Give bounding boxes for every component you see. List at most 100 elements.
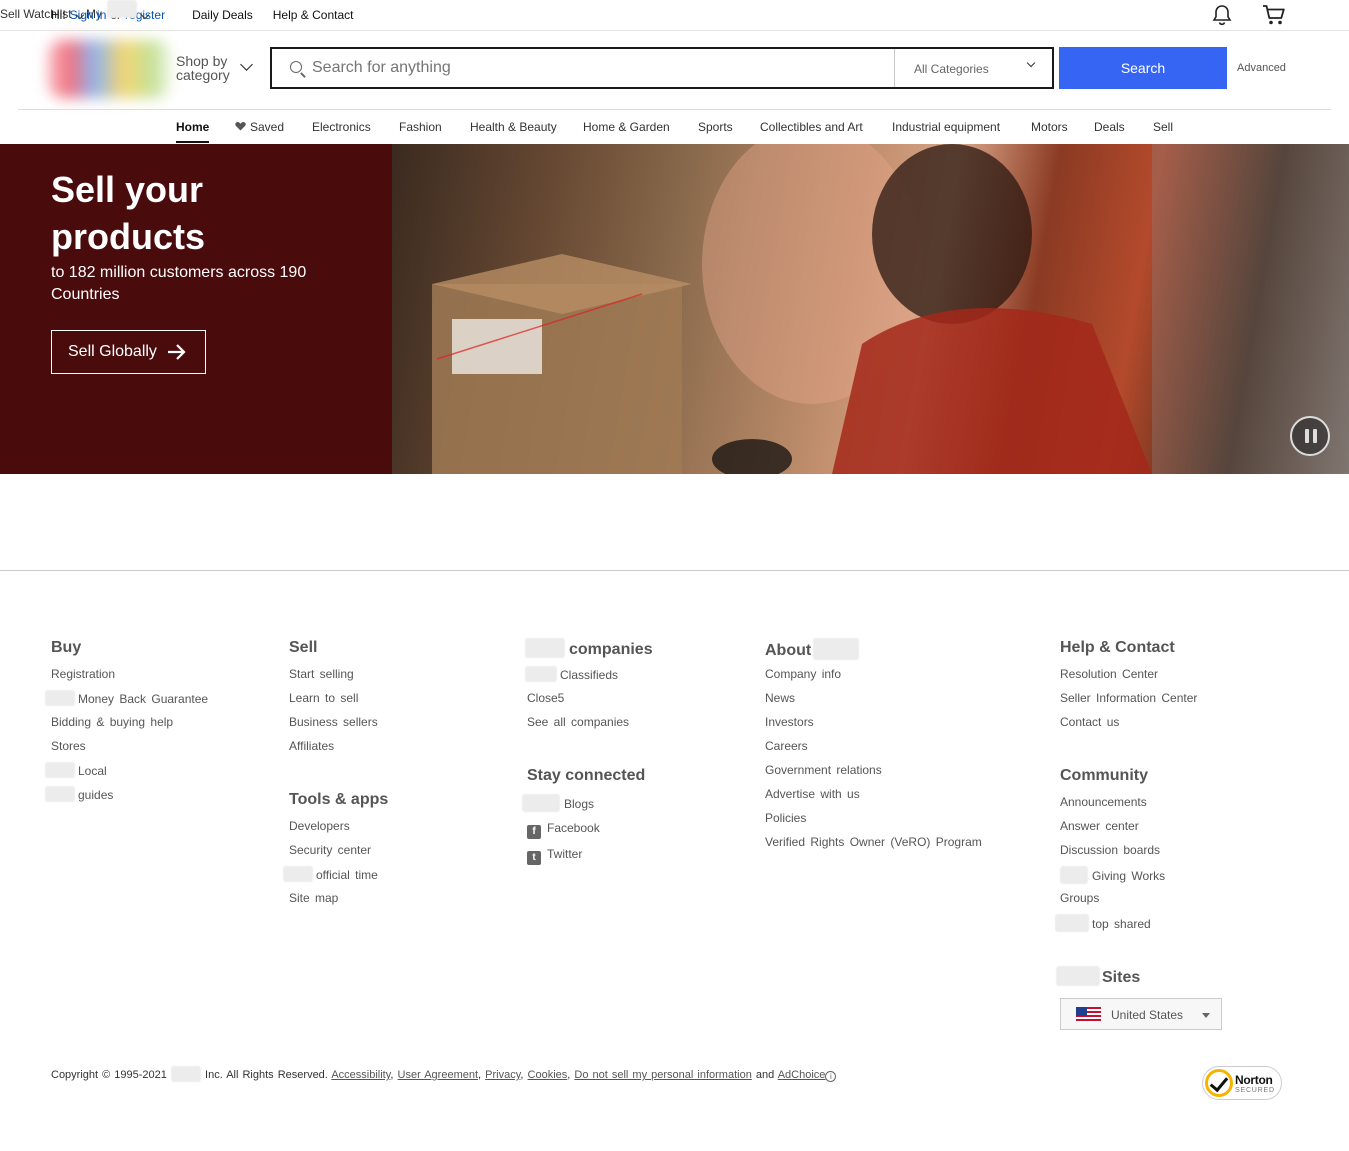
footer-link[interactable]: Stores [51,738,208,762]
footer-heading-companies-label: companies [569,641,653,658]
footer-link[interactable]: Site map [289,890,388,914]
do-not-sell-link[interactable]: Do not sell my personal information [574,1069,751,1081]
search-input[interactable] [272,49,894,87]
blurred-brand [1056,966,1100,986]
category-select-value: All Categories [914,62,989,76]
footer-link[interactable]: Giving Works [1060,866,1165,890]
search-bar: All Categories [270,47,1054,89]
topbar-left: Hi! Sign in or register Daily Deals Help… [51,8,353,22]
footer-link[interactable]: t Twitter [527,846,645,872]
us-flag-icon [1076,1007,1101,1023]
footer-link[interactable]: Company info [765,666,982,690]
footer-link[interactable]: Local [45,762,208,786]
footer-link[interactable]: Answer center [1060,818,1165,842]
shop-by-category-button[interactable]: Shop by category [176,54,253,82]
nav-item-motors[interactable]: Motors [1031,120,1068,134]
nav-item-electronics[interactable]: Electronics [312,120,371,134]
footer-link[interactable]: Government relations [765,762,982,786]
footer-link[interactable]: f Facebook [527,820,645,846]
cookies-link[interactable]: Cookies [528,1069,568,1081]
footer-link[interactable]: Developers [289,818,388,842]
help-contact-link[interactable]: Help & Contact [273,8,354,22]
footer-link[interactable]: Careers [765,738,982,762]
main-nav: Home Saved Electronics Fashion Health & … [0,110,1349,144]
user-agreement-link[interactable]: User Agreement [398,1069,478,1081]
and-text: and [755,1069,775,1081]
footer-heading-stay-connected: Stay connected [527,767,646,784]
nav-item-industrial[interactable]: Industrial equipment [892,120,1000,134]
blurred-brand [525,666,557,682]
footer-link[interactable]: Contact us [1060,714,1197,738]
sell-globally-button[interactable]: Sell Globally [51,330,206,374]
blurred-brand [1060,866,1088,884]
search-button[interactable]: Search [1059,47,1227,89]
site-country-select[interactable]: United States [1060,998,1222,1030]
info-icon: i [825,1071,837,1082]
footer-heading-about-label: About [765,642,812,659]
norton-label: Norton [1235,1073,1273,1087]
legal-footer: Copyright © 1995-2021 Inc. All Rights Re… [51,1066,837,1082]
footer-link[interactable]: Advertise with us [765,786,982,810]
footer-link[interactable]: Blogs [522,794,645,820]
footer-link[interactable]: Money Back Guarantee [45,690,208,714]
footer-link[interactable]: Verified Rights Owner (VeRO) Program [765,834,982,858]
footer-link[interactable]: Affiliates [289,738,378,762]
category-select[interactable]: All Categories [894,49,1052,87]
footer-link[interactable]: Classifieds [525,666,653,690]
accessibility-link[interactable]: Accessibility [331,1069,390,1081]
footer-link[interactable]: Start selling [289,666,378,690]
hero-text-panel: Sell your products to 182 million custom… [0,144,392,474]
footer-link[interactable]: Discussion boards [1060,842,1165,866]
nav-item-home[interactable]: Home [176,120,209,134]
nav-item-home-garden[interactable]: Home & Garden [583,120,670,134]
active-tab-indicator [176,141,209,143]
footer-link[interactable]: News [765,690,982,714]
footer-link[interactable]: Groups [1060,890,1165,914]
footer-link[interactable]: Seller Information Center [1060,690,1197,714]
pause-carousel-button[interactable] [1290,416,1330,456]
footer-link[interactable]: Bidding & buying help [51,714,208,738]
nav-item-collectibles[interactable]: Collectibles and Art [760,120,863,134]
footer-link[interactable]: Investors [765,714,982,738]
dropdown-caret-icon [1202,1013,1210,1018]
nav-item-sell[interactable]: Sell [1153,120,1173,134]
footer-link[interactable]: Resolution Center [1060,666,1197,690]
hero-title: Sell your products [51,169,206,257]
blurred-brand [283,866,313,882]
footer-heading-sell: Sell [289,639,318,656]
footer-link[interactable]: Learn to sell [289,690,378,714]
footer-link[interactable]: Announcements [1060,794,1165,818]
rights-text: Inc. All Rights Reserved. [205,1069,328,1081]
sell-link[interactable]: Sell [0,7,20,21]
footer-link[interactable]: See all companies [527,714,653,738]
nav-item-saved[interactable]: Saved [235,120,284,134]
daily-deals-link[interactable]: Daily Deals [192,8,253,22]
privacy-link[interactable]: Privacy [485,1069,520,1081]
blurred-brand [45,690,75,706]
blurred-brand [1055,914,1089,932]
chevron-down-icon [240,58,253,71]
footer-heading-sites: Sites [1056,966,1140,994]
nav-item-fashion[interactable]: Fashion [399,120,442,134]
footer-link[interactable]: Registration [51,666,208,690]
nav-item-sports[interactable]: Sports [698,120,733,134]
footer-link-label: Blogs [564,797,595,811]
nav-item-deals[interactable]: Deals [1094,120,1125,134]
footer-heading-companies: companies [525,638,653,666]
site-logo[interactable] [48,40,170,98]
advanced-search-link[interactable]: Advanced [1237,62,1286,74]
footer-link[interactable]: official time [283,866,388,890]
blurred-brand [45,786,75,802]
footer-link[interactable]: Policies [765,810,982,834]
adchoice-link[interactable]: AdChoice [778,1069,826,1081]
footer-link[interactable]: Business sellers [289,714,378,738]
nav-item-health-beauty[interactable]: Health & Beauty [470,120,557,134]
notification-bell-icon[interactable] [1211,4,1233,26]
footer-link[interactable]: Security center [289,842,388,866]
footer-link[interactable]: guides [45,786,208,810]
norton-secured-badge[interactable]: Norton SECURED [1202,1066,1282,1100]
footer-link[interactable]: top shared [1055,914,1165,938]
footer-link[interactable]: Close5 [527,690,653,714]
footer-col-buy: Buy Registration Money Back Guarantee Bi… [45,638,208,810]
shopping-cart-icon[interactable] [1262,4,1286,26]
